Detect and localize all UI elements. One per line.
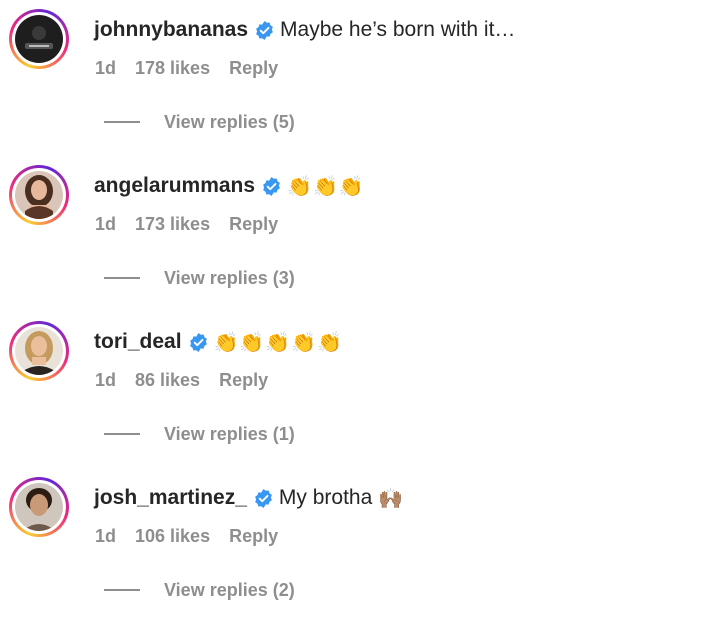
verified-badge-icon	[256, 20, 273, 40]
avatar-woman-brunette-icon[interactable]	[15, 171, 63, 219]
replies-divider	[104, 433, 140, 435]
reply-button[interactable]: Reply	[219, 368, 268, 392]
reply-button[interactable]: Reply	[229, 212, 278, 236]
username[interactable]: johnnybananas	[94, 16, 248, 44]
verified-badge-icon	[263, 176, 280, 196]
replies-divider	[104, 121, 140, 123]
likes-count[interactable]: 178 likes	[135, 56, 210, 80]
comment-item: johnnybananas Maybe he’s born with it… 1…	[0, 0, 720, 156]
username[interactable]: angelarummans	[94, 172, 255, 200]
comment-text: My brotha	[278, 486, 373, 509]
view-replies-label[interactable]: View replies (3)	[164, 266, 295, 290]
comment-text: Maybe he’s born with it…	[280, 18, 516, 41]
story-ring[interactable]	[9, 321, 69, 381]
comment-time[interactable]: 1d	[95, 524, 116, 548]
clapping-hands-emoji: 👏👏👏👏👏	[213, 330, 344, 354]
likes-count[interactable]: 173 likes	[135, 212, 210, 236]
comment-time[interactable]: 1d	[95, 368, 116, 392]
avatar-woman-blonde-icon[interactable]	[15, 327, 63, 375]
story-ring[interactable]	[9, 9, 69, 69]
view-replies-label[interactable]: View replies (5)	[164, 110, 295, 134]
comment-item: josh_martinez_ My brotha 🙌🏽 1d 106 likes…	[0, 468, 720, 624]
likes-count[interactable]: 106 likes	[135, 524, 210, 548]
clapping-hands-emoji: 👏👏👏	[287, 174, 365, 198]
raising-hands-emoji: 🙌🏽	[378, 486, 405, 510]
story-ring[interactable]	[9, 165, 69, 225]
avatar-man-curly-icon[interactable]	[15, 483, 63, 531]
view-replies-button[interactable]: View replies (2)	[104, 578, 295, 602]
story-ring[interactable]	[9, 477, 69, 537]
avatar-dark-icon[interactable]	[15, 15, 63, 63]
verified-badge-icon	[255, 488, 272, 508]
comment-time[interactable]: 1d	[95, 56, 116, 80]
username[interactable]: tori_deal	[94, 328, 182, 356]
likes-count[interactable]: 86 likes	[135, 368, 200, 392]
replies-divider	[104, 277, 140, 279]
username[interactable]: josh_martinez_	[94, 484, 247, 512]
comment-item: tori_deal 👏👏👏👏👏 1d 86 likes Reply View r…	[0, 312, 720, 468]
replies-divider	[104, 589, 140, 591]
view-replies-button[interactable]: View replies (5)	[104, 110, 295, 134]
reply-button[interactable]: Reply	[229, 56, 278, 80]
view-replies-button[interactable]: View replies (3)	[104, 266, 295, 290]
view-replies-label[interactable]: View replies (2)	[164, 578, 295, 602]
view-replies-button[interactable]: View replies (1)	[104, 422, 295, 446]
view-replies-label[interactable]: View replies (1)	[164, 422, 295, 446]
comment-time[interactable]: 1d	[95, 212, 116, 236]
verified-badge-icon	[189, 332, 207, 352]
comment-item: angelarummans 👏👏👏 1d 173 likes Reply Vie…	[0, 156, 720, 312]
reply-button[interactable]: Reply	[229, 524, 278, 548]
